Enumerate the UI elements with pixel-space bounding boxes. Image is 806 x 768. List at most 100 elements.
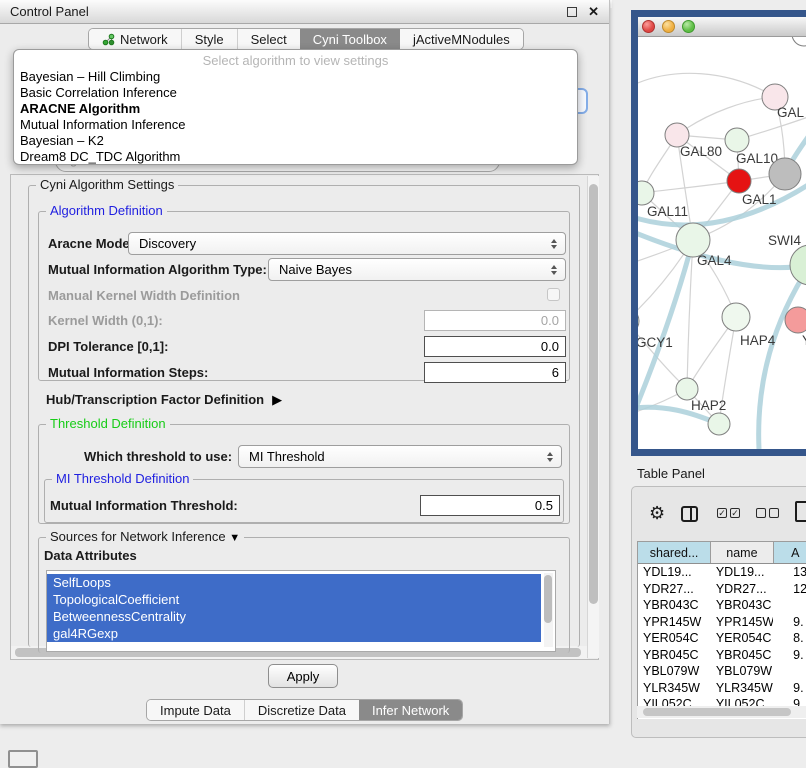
table-cell: YDR27... bbox=[638, 581, 711, 598]
algorithm-option[interactable]: Bayesian – Hill Climbing bbox=[14, 69, 577, 85]
network-node-gal10[interactable] bbox=[725, 128, 749, 152]
apply-button[interactable]: Apply bbox=[268, 664, 338, 688]
table-cell: 9. bbox=[773, 647, 806, 664]
mi-threshold-field[interactable]: 0.5 bbox=[420, 495, 560, 516]
algorithm-option[interactable]: Dream8 DC_TDC Algorithm bbox=[14, 149, 577, 165]
table-panel-window: ⚙ ✓✓ shared...nameA YDL19...YDL19...13YD… bbox=[631, 486, 806, 738]
algorithm-definition-legend: Algorithm Definition bbox=[46, 204, 167, 218]
minimize-traffic-light-icon[interactable] bbox=[662, 20, 675, 33]
close-traffic-light-icon[interactable] bbox=[642, 20, 655, 33]
hub-definition-toggle[interactable]: Hub/Transcription Factor Definition ▶ bbox=[46, 388, 282, 411]
attribute-list-item[interactable]: BetweennessCentrality bbox=[47, 608, 541, 625]
network-node-swi4[interactable] bbox=[790, 245, 806, 285]
tab-select[interactable]: Select bbox=[237, 29, 300, 49]
table-horizontal-scrollbar[interactable] bbox=[637, 706, 806, 718]
table-cell bbox=[773, 663, 806, 680]
table-row[interactable]: YDL19...YDL19...13 bbox=[638, 564, 806, 581]
network-node-label: GCY1 bbox=[638, 335, 673, 350]
algorithm-option[interactable]: ARACNE Algorithm bbox=[14, 101, 577, 117]
float-window-icon[interactable] bbox=[567, 7, 577, 17]
mi-steps-label: Mutual Information Steps: bbox=[48, 361, 208, 384]
algorithm-option[interactable]: Basic Correlation Inference bbox=[14, 85, 577, 101]
algorithm-option[interactable]: Mutual Information Inference bbox=[14, 117, 577, 133]
checked-columns-icon[interactable]: ✓✓ bbox=[717, 508, 740, 518]
table-row[interactable]: YER054CYER054C8. bbox=[638, 630, 806, 647]
tab-network[interactable]: Network bbox=[89, 29, 181, 49]
attribute-list-item[interactable]: TopologicalCoefficient bbox=[47, 591, 541, 608]
tab-style[interactable]: Style bbox=[181, 29, 237, 49]
network-node-gcy1[interactable] bbox=[638, 308, 639, 334]
vertical-scrollbar-thumb[interactable] bbox=[589, 184, 598, 604]
tab-label: Impute Data bbox=[160, 703, 231, 718]
unchecked-columns-icon[interactable] bbox=[756, 508, 779, 518]
settings-vertical-scrollbar[interactable] bbox=[587, 176, 599, 658]
network-node[interactable] bbox=[769, 158, 801, 190]
kernel-width-label: Kernel Width (0,1): bbox=[48, 309, 163, 332]
collapse-down-icon: ▼ bbox=[229, 532, 240, 544]
which-threshold-combo[interactable]: MI Threshold bbox=[238, 445, 562, 468]
table-header-row: shared...nameA bbox=[638, 542, 806, 564]
tab-discretize-data[interactable]: Discretize Data bbox=[244, 700, 359, 720]
network-canvas[interactable]: GALGAL80GAL10GAL1GAL11GAL4SWI4GCY1HAP4YH… bbox=[638, 37, 806, 449]
manual-kernel-width-label: Manual Kernel Width Definition bbox=[48, 284, 240, 307]
close-icon[interactable]: ✕ bbox=[588, 7, 599, 17]
network-node-label: Y bbox=[802, 333, 806, 348]
network-node-y[interactable] bbox=[785, 307, 806, 333]
network-edge bbox=[677, 97, 775, 135]
aracne-mode-value: Discovery bbox=[139, 236, 196, 251]
kernel-width-field[interactable]: 0.0 bbox=[424, 310, 566, 331]
tab-jactivemnodules[interactable]: jActiveMNodules bbox=[400, 29, 523, 49]
which-threshold-value: MI Threshold bbox=[249, 449, 325, 464]
table-row[interactable]: YBR045CYBR045C9. bbox=[638, 647, 806, 664]
attribute-list-item[interactable]: SelfLoops bbox=[47, 574, 541, 591]
tab-impute-data[interactable]: Impute Data bbox=[147, 700, 244, 720]
network-node-hap4[interactable] bbox=[722, 303, 750, 331]
network-node-hap2[interactable] bbox=[676, 378, 698, 400]
sources-legend[interactable]: Sources for Network Inference ▼ bbox=[46, 530, 244, 545]
network-node[interactable] bbox=[792, 37, 806, 46]
manual-kernel-width-checkbox[interactable] bbox=[547, 288, 560, 301]
aracne-mode-combo[interactable]: Discovery bbox=[128, 232, 566, 255]
network-node-gal4[interactable] bbox=[676, 223, 710, 257]
table-cell: YBL079W bbox=[638, 663, 711, 680]
column-header[interactable]: shared... bbox=[638, 542, 711, 563]
zoom-traffic-light-icon[interactable] bbox=[682, 20, 695, 33]
network-window-titlebar[interactable] bbox=[638, 17, 806, 37]
table-cell: YPR145W bbox=[638, 614, 711, 631]
table-cell: YER054C bbox=[638, 630, 711, 647]
list-scrollbar-thumb[interactable] bbox=[544, 575, 552, 623]
partial-bottom-icon[interactable] bbox=[8, 750, 38, 768]
cyni-settings-legend: Cyni Algorithm Settings bbox=[36, 178, 178, 192]
table-cell: YLR345W bbox=[638, 680, 711, 697]
attribute-list-item[interactable]: gal4RGexp bbox=[47, 625, 541, 642]
network-node-gal1[interactable] bbox=[727, 169, 751, 193]
algorithm-option[interactable]: Bayesian – K2 bbox=[14, 133, 577, 149]
column-header[interactable]: name bbox=[711, 542, 774, 563]
tab-infer-network[interactable]: Infer Network bbox=[359, 700, 462, 720]
network-node-label: GAL80 bbox=[680, 144, 722, 159]
network-node-label: HAP4 bbox=[740, 333, 776, 348]
network-view-window: GALGAL80GAL10GAL1GAL11GAL4SWI4GCY1HAP4YH… bbox=[631, 10, 806, 456]
mi-algorithm-type-combo[interactable]: Naive Bayes bbox=[268, 258, 566, 281]
table-row[interactable]: YBR043CYBR043C bbox=[638, 597, 806, 614]
table-scrollbar-thumb[interactable] bbox=[643, 708, 791, 716]
network-node[interactable] bbox=[708, 413, 730, 435]
columns-icon[interactable] bbox=[681, 506, 698, 522]
table-row[interactable]: YPR145WYPR145W9. bbox=[638, 614, 806, 631]
data-attributes-list[interactable]: SelfLoopsTopologicalCoefficientBetweenne… bbox=[46, 570, 556, 652]
document-icon[interactable] bbox=[795, 501, 806, 522]
network-node-label: HAP2 bbox=[691, 398, 726, 413]
node-attribute-table: shared...nameA YDL19...YDL19...13YDR27..… bbox=[637, 541, 806, 719]
tab-label: Network bbox=[120, 32, 168, 47]
tab-label: jActiveMNodules bbox=[413, 32, 510, 47]
column-header[interactable]: A bbox=[774, 542, 806, 563]
network-node-label: GAL4 bbox=[697, 253, 732, 268]
tab-cyni-toolbox[interactable]: Cyni Toolbox bbox=[300, 29, 400, 49]
table-row[interactable]: YLR345WYLR345W9. bbox=[638, 680, 806, 697]
mi-steps-field[interactable]: 6 bbox=[424, 362, 566, 383]
list-vertical-scrollbar[interactable] bbox=[544, 573, 553, 647]
gear-icon[interactable]: ⚙ bbox=[649, 503, 665, 523]
table-row[interactable]: YDR27...YDR27...12 bbox=[638, 581, 806, 598]
dpi-tolerance-field[interactable]: 0.0 bbox=[424, 336, 566, 357]
table-row[interactable]: YBL079WYBL079W bbox=[638, 663, 806, 680]
